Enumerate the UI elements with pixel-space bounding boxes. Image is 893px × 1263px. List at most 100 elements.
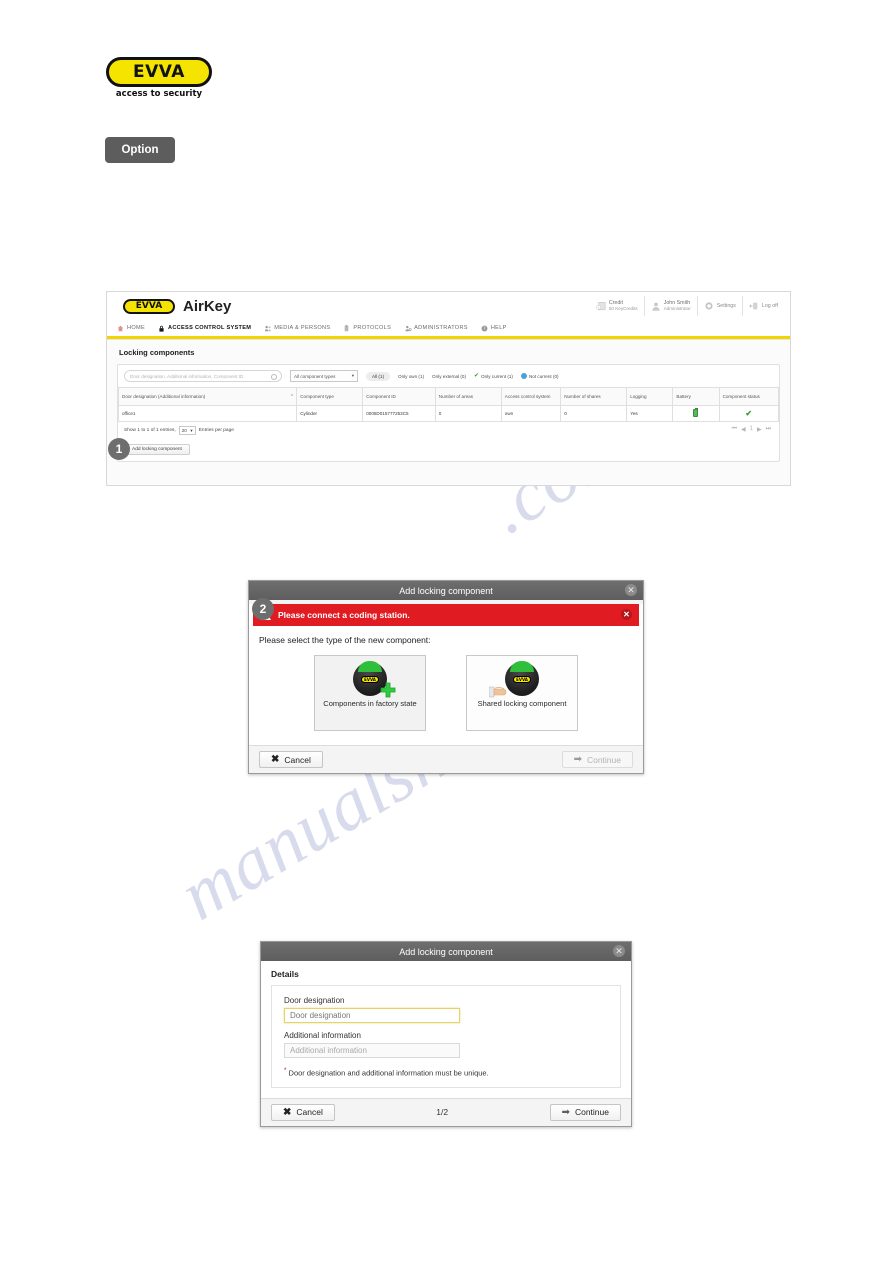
- user-role: Administrator: [663, 306, 691, 312]
- chevron-down-icon: ▾: [351, 373, 354, 378]
- filter-chip-only-own-label: Only own (1): [398, 373, 425, 379]
- nav-label-protocols: PROTOCOLS: [353, 325, 392, 331]
- details-section: Details Door designation Door designatio…: [261, 961, 631, 1098]
- last-page-icon[interactable]: ⏭: [766, 426, 771, 433]
- continue-label: Continue: [574, 1107, 609, 1117]
- airkey-app-window: EVVA AirKey 1 Credit 50 KeyCredits John …: [106, 291, 791, 486]
- card-shared-locking-component[interactable]: EVVA Shared locking component: [466, 655, 578, 731]
- knob-hand-icon: EVVA: [489, 661, 539, 698]
- option-button[interactable]: Option: [105, 137, 175, 163]
- filter-chip-only-current[interactable]: ✔ Only current (1): [474, 373, 513, 379]
- step-badge-1: 1: [108, 438, 130, 460]
- col-logging[interactable]: Logging: [626, 387, 674, 406]
- nav-item-access-control-system[interactable]: ACCESS CONTROL SYSTEM: [158, 325, 251, 332]
- col-door-designation-label: Door designation (Additional information…: [122, 393, 206, 399]
- details-section-title: Details: [271, 969, 299, 979]
- battery-full-icon: [693, 408, 699, 417]
- green-check-icon: ✔: [474, 373, 480, 379]
- dialog-titlebar: Add locking component ✕: [249, 581, 643, 600]
- dialog-titlebar: Add locking component ✕: [261, 942, 631, 961]
- search-input[interactable]: Door designation, Additional information…: [124, 370, 282, 382]
- nav-item-administrators[interactable]: ADMINISTRATORS: [404, 325, 468, 332]
- card-components-in-factory-state[interactable]: EVVA Components in factory state: [314, 655, 426, 731]
- first-page-icon[interactable]: ⏮: [732, 426, 737, 433]
- nav-item-help[interactable]: ? HELP: [481, 325, 507, 332]
- continue-button[interactable]: ➡ Continue: [549, 1103, 621, 1121]
- filter-chip-only-external[interactable]: Only external (0): [432, 374, 466, 379]
- nav-label-home: HOME: [127, 325, 145, 331]
- filter-bar: Door designation, Additional information…: [118, 365, 779, 387]
- table-header-row: Door designation (Additional information…: [117, 387, 780, 406]
- settings-label: Settings: [716, 303, 736, 309]
- next-page-icon[interactable]: ▶: [757, 426, 762, 433]
- close-icon[interactable]: ✕: [613, 945, 625, 957]
- admin-icon: [404, 325, 412, 332]
- nav-item-protocols[interactable]: PROTOCOLS: [343, 324, 392, 332]
- dialog-title: Add locking component: [399, 585, 493, 596]
- additional-information-input[interactable]: Additional information: [284, 1043, 460, 1058]
- knob-evva-logo: EVVA: [361, 675, 379, 683]
- chevron-down-icon: ▾: [190, 427, 193, 433]
- nav-item-media-persons[interactable]: MEDIA & PERSONS: [264, 325, 330, 332]
- nav-label-administrators: ADMINISTRATORS: [414, 325, 468, 331]
- green-check-icon: ✔: [745, 409, 753, 418]
- evva-tagline: access to security: [115, 89, 203, 99]
- dialog-instruction: Please select the type of the new compon…: [259, 635, 431, 645]
- col-component-id[interactable]: Component ID: [362, 387, 436, 406]
- cancel-button[interactable]: ✖ Cancel: [271, 1103, 335, 1121]
- filter-chip-not-current[interactable]: Not current (0): [520, 373, 559, 379]
- app-header-logo: EVVA: [123, 298, 175, 314]
- dialog-body: Details Door designation Door designatio…: [261, 961, 631, 1098]
- col-door-designation[interactable]: Door designation (Additional information…: [117, 387, 298, 406]
- page-indicator: 1/2: [436, 1107, 449, 1117]
- col-component-status[interactable]: Component status: [718, 387, 780, 406]
- card-label-shared-locking: Shared locking component: [477, 699, 567, 708]
- user-icon: [651, 301, 661, 312]
- current-page-number[interactable]: 1: [750, 426, 753, 433]
- filter-chip-all-label: All (1): [372, 373, 384, 379]
- entries-per-page-select[interactable]: 20 ▾: [178, 426, 196, 435]
- door-designation-input[interactable]: Door designation: [284, 1008, 460, 1023]
- search-icon: [271, 373, 277, 380]
- filter-chip-only-own[interactable]: Only own (1): [398, 374, 424, 379]
- col-battery[interactable]: Battery: [672, 387, 720, 406]
- dialog-title: Add locking component: [399, 946, 493, 957]
- blue-sync-icon: [520, 373, 527, 379]
- cell-component-id: 0005D015777253C5: [362, 405, 436, 422]
- table-footer: Show 1 to 1 of 1 entries, 20 ▾ Entries p…: [118, 422, 779, 437]
- people-icon: [264, 325, 272, 332]
- field-spacer: [284, 1023, 608, 1031]
- table-row[interactable]: office1 Cylinder 0005D015777253C5 0 own …: [117, 405, 780, 422]
- add-locking-component-button[interactable]: Add locking component: [124, 444, 190, 455]
- col-component-type[interactable]: Component type: [296, 387, 364, 406]
- credit-info[interactable]: 1 Credit 50 KeyCredits: [590, 296, 644, 316]
- nav-item-home[interactable]: HOME: [117, 325, 145, 332]
- sort-asc-icon: ^: [290, 393, 294, 400]
- app-content: Locking components Door designation, Add…: [107, 340, 790, 462]
- continue-button: ➡ Continue: [561, 751, 633, 768]
- alert-banner: Please connect a coding station. ✕: [253, 604, 639, 626]
- component-type-select[interactable]: All component types ▾: [290, 370, 358, 382]
- uniqueness-hint: * Door designation and additional inform…: [284, 1067, 608, 1078]
- continue-label: Continue: [586, 754, 621, 765]
- arrow-right-icon: ➡: [561, 1106, 570, 1118]
- col-access-control-system[interactable]: Access control system: [500, 387, 562, 406]
- col-number-of-shares[interactable]: Number of shares: [560, 387, 628, 406]
- prev-page-icon[interactable]: ◀: [741, 426, 746, 433]
- cell-logging: Yes: [626, 405, 674, 422]
- logoff-button[interactable]: Log off: [741, 296, 784, 316]
- entries-per-page-value: 20: [181, 428, 187, 433]
- locking-components-table: Door designation (Additional information…: [117, 387, 780, 422]
- user-info[interactable]: John Smith Administrator: [643, 296, 697, 316]
- step-badge-2: 2: [252, 598, 274, 620]
- col-number-of-areas[interactable]: Number of areas: [434, 387, 502, 406]
- filter-chip-all[interactable]: All (1): [366, 371, 390, 381]
- app-header-logo-text: EVVA: [135, 301, 163, 311]
- cancel-button[interactable]: ✖ Cancel: [259, 751, 323, 768]
- nav-label-access-control-system: ACCESS CONTROL SYSTEM: [167, 325, 252, 331]
- close-icon[interactable]: ✕: [625, 584, 637, 596]
- alert-close-icon[interactable]: ✕: [621, 609, 632, 620]
- settings-button[interactable]: Settings: [696, 296, 742, 316]
- add-button-row: Add locking component: [118, 437, 779, 461]
- help-icon: ?: [481, 325, 488, 332]
